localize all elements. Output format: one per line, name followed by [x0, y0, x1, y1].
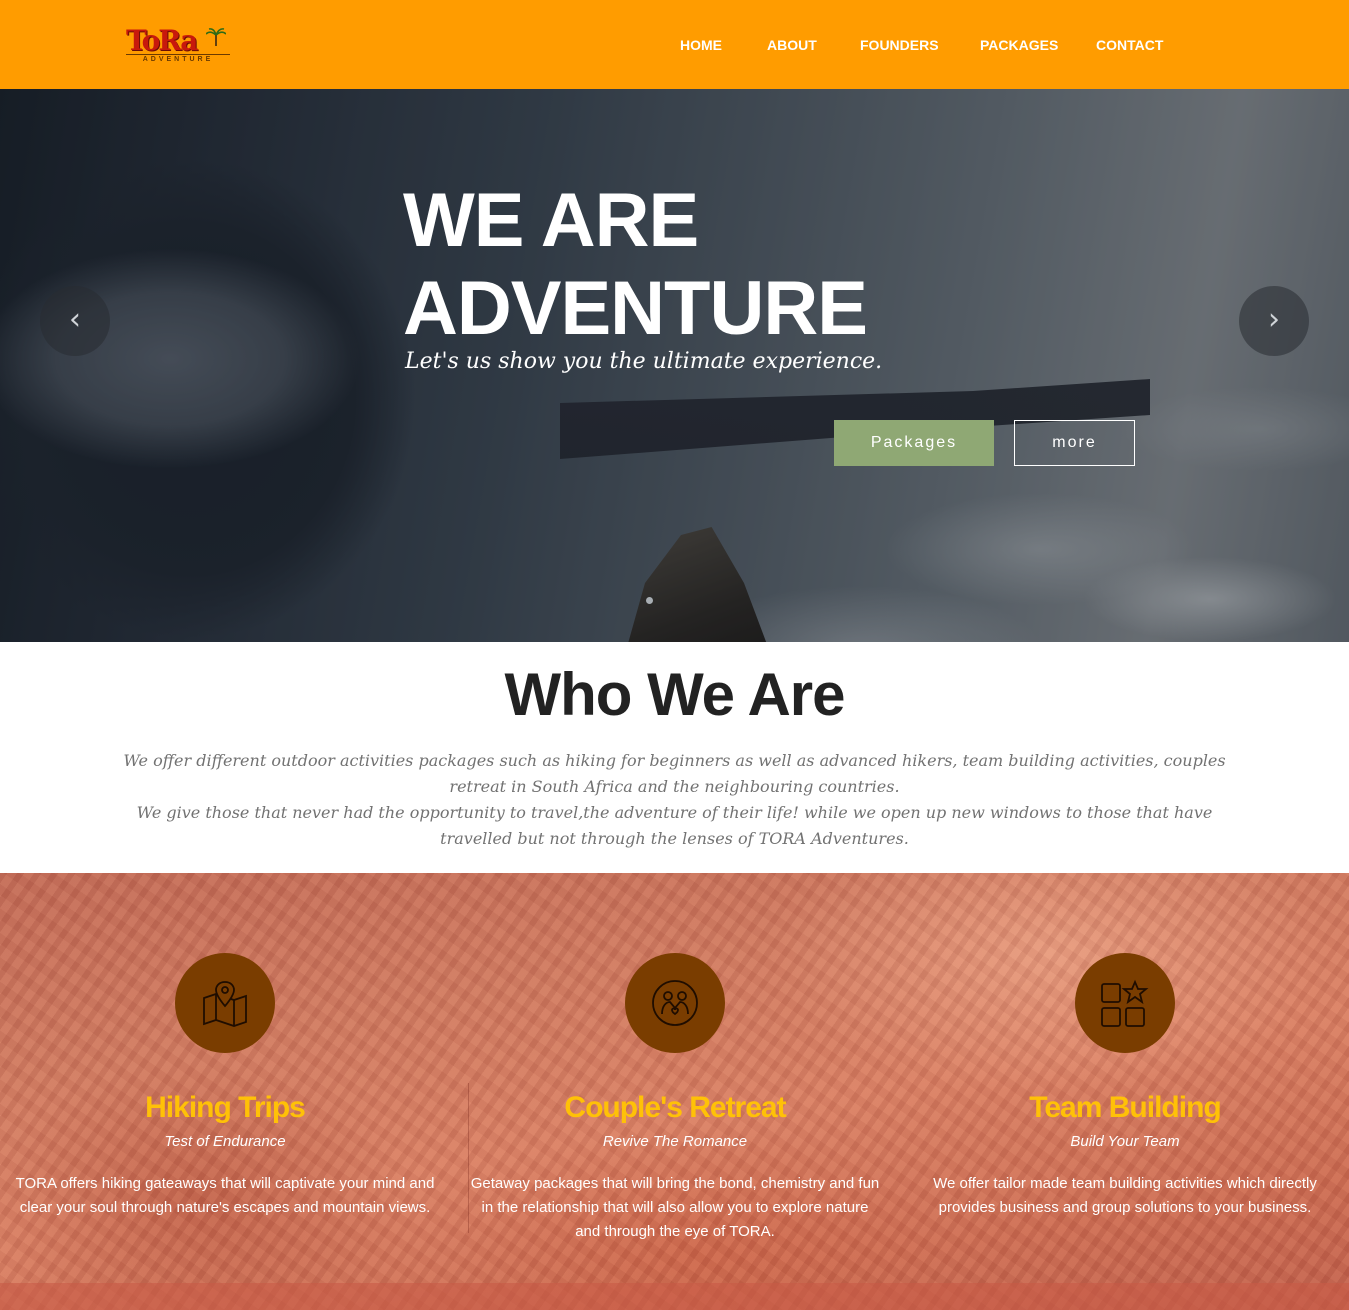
hero-slider: WE ARE ADVENTURE Let's us show you the u… [0, 89, 1349, 642]
hero-title: WE ARE ADVENTURE [403, 177, 1023, 353]
service-title: Couple's Retreat [564, 1091, 786, 1124]
nav-founders[interactable]: FOUNDERS [860, 36, 939, 54]
service-subtitle: Build Your Team [1070, 1133, 1180, 1150]
hero-subtitle: Let's us show you the ultimate experienc… [405, 349, 883, 374]
service-description: We offer tailor made team building activ… [933, 1175, 1317, 1216]
slider-prev-arrow-icon[interactable]: ‹ [40, 286, 110, 356]
hero-title-line1: WE ARE [403, 178, 699, 263]
grid-star-icon [1075, 953, 1175, 1053]
more-button[interactable]: more [1014, 420, 1135, 466]
service-title: Hiking Trips [145, 1091, 306, 1124]
nav-packages[interactable]: PACKAGES [980, 36, 1058, 54]
service-couples: Couple's Retreat Revive The Romance Geta… [470, 873, 880, 1283]
couple-heart-icon [625, 953, 725, 1053]
nav-about[interactable]: ABOUT [767, 36, 817, 54]
main-nav: HOME ABOUT FOUNDERS PACKAGES CONTACT [0, 36, 1349, 56]
service-subtitle: Revive The Romance [602, 1133, 748, 1150]
service-title: Team Building [1029, 1091, 1221, 1124]
hero-title-line2: ADVENTURE [403, 266, 868, 351]
services-section: Hiking Trips Test of Endurance TORA offe… [0, 873, 1349, 1310]
nav-home[interactable]: HOME [680, 36, 722, 54]
service-subtitle: Test of Endurance [164, 1133, 286, 1150]
about-paragraph-2: We give those that never had the opportu… [136, 803, 1213, 848]
site-header: ToRa ADVENTURE HOME ABOUT FOUNDERS PACKA… [0, 0, 1349, 89]
services-bottom-band [0, 1283, 1349, 1310]
map-pin-icon [175, 953, 275, 1053]
service-hiking: Hiking Trips Test of Endurance TORA offe… [10, 873, 440, 1283]
packages-button[interactable]: Packages [834, 420, 994, 466]
service-description: TORA offers hiking gateaways that will c… [15, 1175, 435, 1216]
nav-contact[interactable]: CONTACT [1096, 36, 1163, 54]
about-title: Who We Are [504, 661, 845, 728]
slider-next-arrow-icon[interactable]: › [1239, 286, 1309, 356]
services-divider [468, 1083, 469, 1233]
slider-dot[interactable] [646, 597, 653, 604]
service-team-building: Team Building Build Your Team We offer t… [915, 873, 1335, 1283]
service-description: Getaway packages that will bring the bon… [470, 1175, 880, 1240]
about-paragraph-1: We offer different outdoor activities pa… [123, 751, 1226, 796]
